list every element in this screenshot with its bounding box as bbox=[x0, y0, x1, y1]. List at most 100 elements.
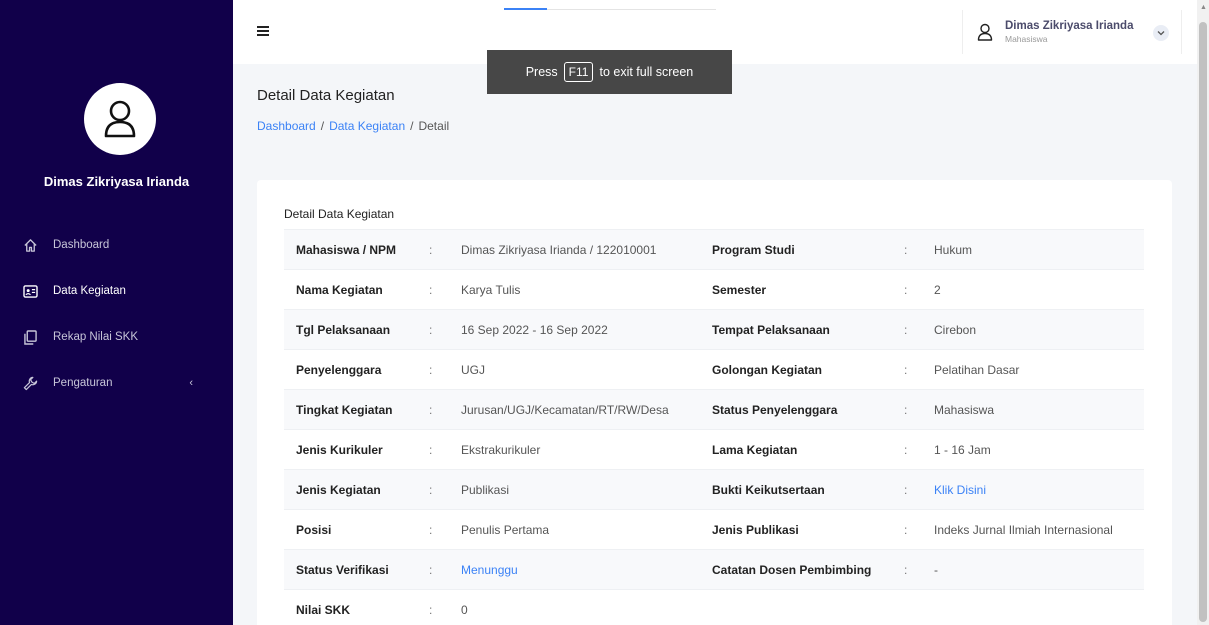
wrench-icon bbox=[22, 375, 38, 391]
breadcrumb-separator: / bbox=[410, 119, 414, 133]
field-colon: : bbox=[429, 349, 461, 390]
breadcrumb-dashboard[interactable]: Dashboard bbox=[257, 119, 316, 133]
id-card-icon bbox=[22, 283, 38, 299]
sidebar-item-dashboard[interactable]: Dashboard bbox=[0, 222, 233, 268]
field-colon: : bbox=[429, 429, 461, 470]
table-row: Tingkat Kegiatan: Jurusan/UGJ/Kecamatan/R… bbox=[284, 389, 1144, 430]
detail-table: Mahasiswa / NPM: Dimas Zikriyasa Irianda … bbox=[284, 229, 1144, 625]
table-row: Status Verifikasi: Menunggu Catatan Dosen … bbox=[284, 549, 1144, 590]
field-label: Status Verifikasi bbox=[284, 549, 429, 590]
hamburger-menu-icon[interactable] bbox=[257, 26, 269, 38]
field-label: Mahasiswa / NPM bbox=[284, 229, 429, 270]
field-colon bbox=[904, 589, 934, 625]
table-row: Penyelenggara: UGJ Golongan Kegiatan: Pelat… bbox=[284, 349, 1144, 390]
scroll-thumb[interactable] bbox=[1199, 22, 1207, 622]
sidebar-item-label: Rekap Nilai SKK bbox=[53, 331, 139, 343]
sidebar-item-data-kegiatan[interactable]: Data Kegiatan bbox=[0, 268, 233, 314]
chevron-down-icon[interactable] bbox=[1153, 25, 1169, 41]
table-row: Tgl Pelaksanaan:16 Sep 2022 - 16 Sep 202… bbox=[284, 309, 1144, 350]
sidebar-item-label: Data Kegiatan bbox=[53, 285, 126, 297]
field-value: 1 - 16 Jam bbox=[934, 429, 1144, 470]
detail-card: Detail Data Kegiatan Mahasiswa / NPM: Dim… bbox=[257, 180, 1172, 625]
field-colon: : bbox=[904, 269, 934, 310]
table-row: Posisi: Penulis Pertama Jenis Publikasi: In… bbox=[284, 509, 1144, 550]
field-colon: : bbox=[904, 349, 934, 390]
field-label: Jenis Kurikuler bbox=[284, 429, 429, 470]
sidebar-user-name: Dimas Zikriyasa Irianda bbox=[43, 174, 190, 189]
user-dropdown[interactable]: Dimas Zikriyasa Irianda Mahasiswa bbox=[962, 10, 1182, 54]
field-colon: : bbox=[429, 589, 461, 625]
field-label bbox=[712, 589, 904, 625]
field-label: Semester bbox=[712, 269, 904, 310]
bukti-link[interactable]: Klik Disini bbox=[934, 483, 986, 497]
field-colon: : bbox=[904, 309, 934, 350]
field-label: Nama Kegiatan bbox=[284, 269, 429, 310]
field-label: Tgl Pelaksanaan bbox=[284, 309, 429, 350]
home-icon bbox=[22, 237, 38, 253]
field-value: Jurusan/UGJ/Kecamatan/RT/RW/Desa bbox=[461, 389, 712, 430]
field-value: Cirebon bbox=[934, 309, 1144, 350]
field-value: 0 bbox=[461, 589, 712, 625]
field-value: Publikasi bbox=[461, 469, 712, 510]
sidebar-avatar bbox=[84, 83, 156, 155]
field-colon: : bbox=[429, 269, 461, 310]
field-colon: : bbox=[904, 429, 934, 470]
breadcrumb-data-kegiatan[interactable]: Data Kegiatan bbox=[329, 119, 405, 133]
field-value: Karya Tulis bbox=[461, 269, 712, 310]
field-colon: : bbox=[429, 309, 461, 350]
user-icon bbox=[104, 100, 136, 138]
topbar-user-role: Mahasiswa bbox=[1005, 34, 1048, 44]
field-value: Menunggu bbox=[461, 549, 712, 590]
field-label: Nilai SKK bbox=[284, 589, 429, 625]
copy-icon bbox=[22, 329, 38, 345]
table-row: Jenis Kegiatan: Publikasi Bukti Keikutsert… bbox=[284, 469, 1144, 510]
field-value: Mahasiswa bbox=[934, 389, 1144, 430]
field-colon: : bbox=[904, 469, 934, 510]
field-colon: : bbox=[904, 549, 934, 590]
table-row: Jenis Kurikuler: Ekstrakurikuler Lama Kegi… bbox=[284, 429, 1144, 470]
sidebar-item-pengaturan[interactable]: Pengaturan ‹ bbox=[0, 360, 233, 406]
fullscreen-notice: Press F11 to exit full screen bbox=[487, 50, 732, 94]
breadcrumb: Dashboard / Data Kegiatan / Detail bbox=[257, 119, 449, 133]
fullscreen-notice-suffix: to exit full screen bbox=[599, 65, 694, 79]
field-label: Bukti Keikutsertaan bbox=[712, 469, 904, 510]
page-scrollbar[interactable]: ▲ bbox=[1197, 0, 1209, 625]
table-row: Mahasiswa / NPM: Dimas Zikriyasa Irianda … bbox=[284, 229, 1144, 270]
field-value: UGJ bbox=[461, 349, 712, 390]
field-label: Posisi bbox=[284, 509, 429, 550]
field-value bbox=[934, 589, 1144, 625]
sidebar-item-rekap-nilai-skk[interactable]: Rekap Nilai SKK bbox=[0, 314, 233, 360]
sidebar: Dimas Zikriyasa Irianda Dashboard Data K… bbox=[0, 0, 233, 625]
field-colon: : bbox=[429, 229, 461, 270]
field-label: Status Penyelenggara bbox=[712, 389, 904, 430]
table-row: Nama Kegiatan: Karya Tulis Semester:2 bbox=[284, 269, 1144, 310]
field-label: Jenis Publikasi bbox=[712, 509, 904, 550]
field-value: Pelatihan Dasar bbox=[934, 349, 1144, 390]
topbar-user-name: Dimas Zikriyasa Irianda bbox=[1005, 20, 1134, 32]
scroll-up-arrow-icon[interactable]: ▲ bbox=[1200, 4, 1207, 11]
field-label: Golongan Kegiatan bbox=[712, 349, 904, 390]
field-value: Dimas Zikriyasa Irianda / 122010001 bbox=[461, 229, 712, 270]
field-label: Jenis Kegiatan bbox=[284, 469, 429, 510]
table-row: Nilai SKK:0 bbox=[284, 589, 1144, 625]
field-colon: : bbox=[429, 549, 461, 590]
chevron-left-icon: ‹ bbox=[189, 377, 193, 389]
field-colon: : bbox=[429, 389, 461, 430]
fullscreen-notice-prefix: Press bbox=[525, 65, 558, 79]
field-value: Hukum bbox=[934, 229, 1144, 270]
field-colon: : bbox=[429, 509, 461, 550]
user-icon bbox=[977, 23, 993, 41]
field-label: Catatan Dosen Pembimbing bbox=[712, 549, 904, 590]
field-colon: : bbox=[904, 229, 934, 270]
field-value: Klik Disini bbox=[934, 469, 1144, 510]
card-title: Detail Data Kegiatan bbox=[284, 207, 395, 221]
f11-key: F11 bbox=[563, 62, 594, 82]
status-verifikasi-link[interactable]: Menunggu bbox=[461, 563, 518, 577]
sidebar-item-label: Pengaturan bbox=[53, 377, 113, 389]
breadcrumb-current: Detail bbox=[418, 119, 450, 133]
field-value: Ekstrakurikuler bbox=[461, 429, 712, 470]
field-value: 2 bbox=[934, 269, 1144, 310]
sidebar-menu: Dashboard Data Kegiatan Rekap Nilai SKK … bbox=[0, 222, 233, 406]
field-value: Penulis Pertama bbox=[461, 509, 712, 550]
field-value: 16 Sep 2022 - 16 Sep 2022 bbox=[461, 309, 712, 350]
